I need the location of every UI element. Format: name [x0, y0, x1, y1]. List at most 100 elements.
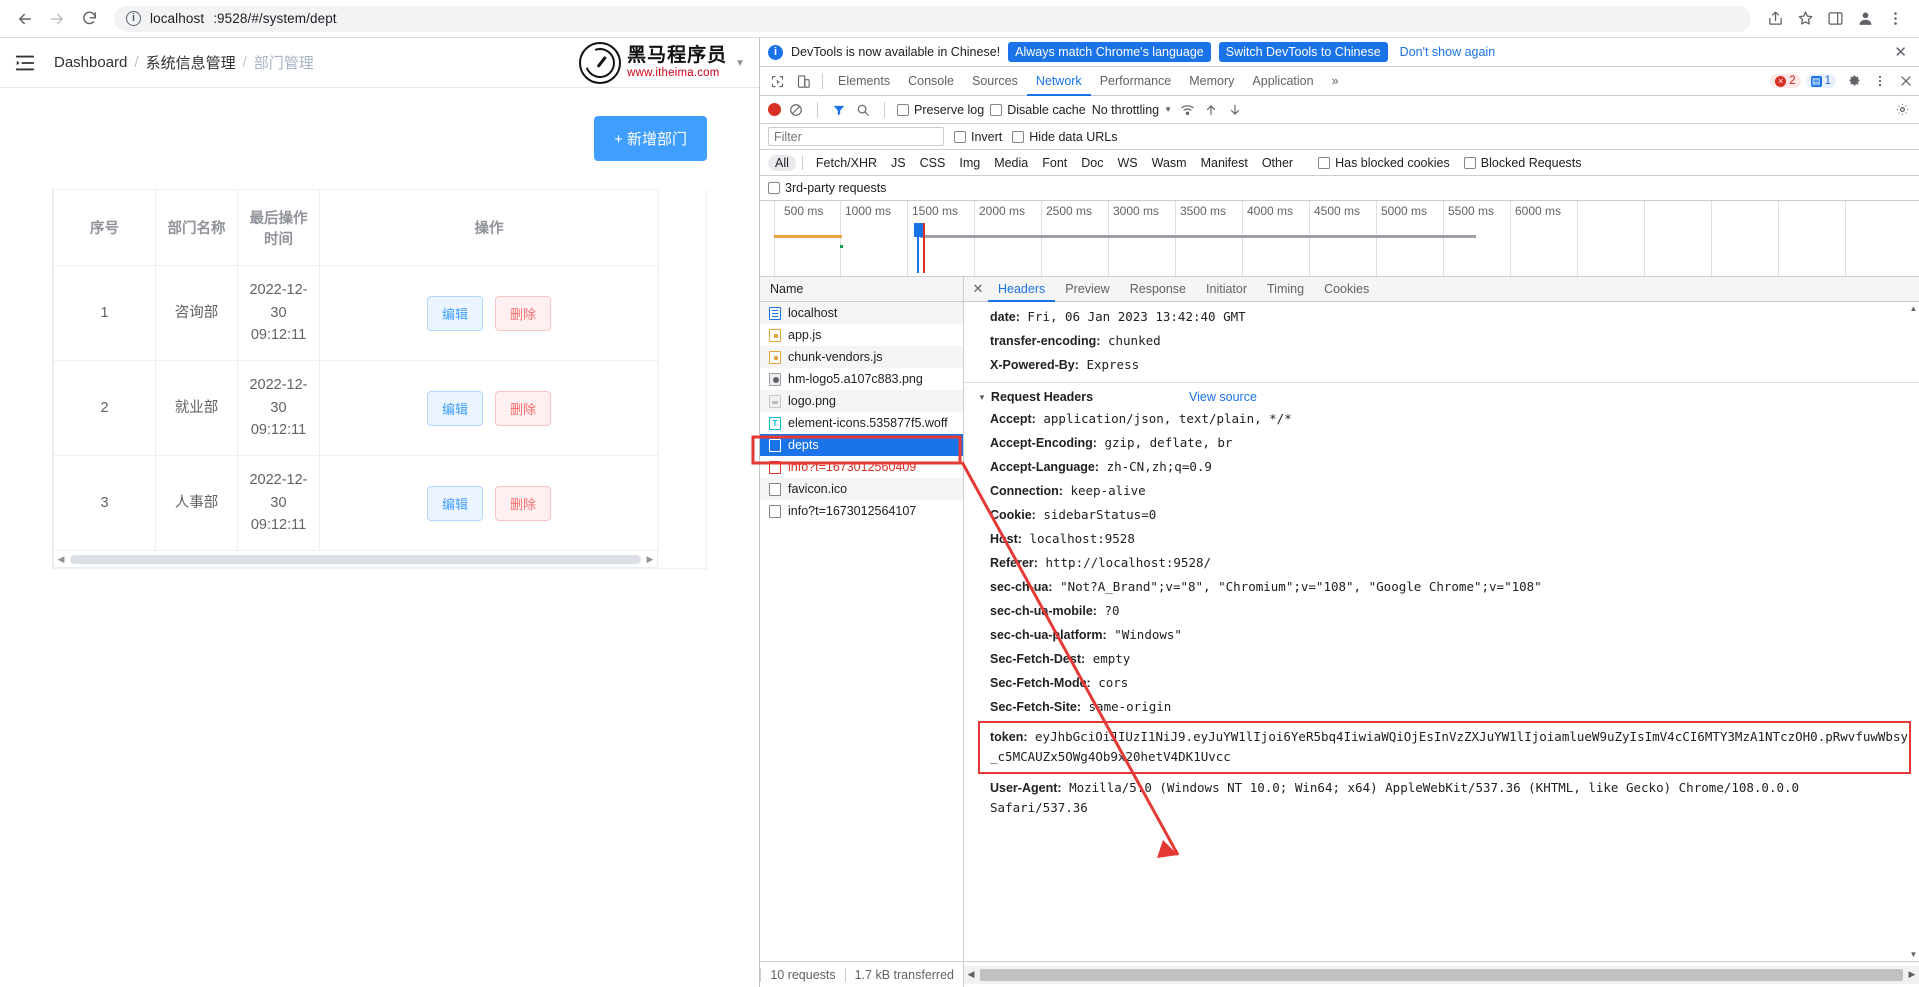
devtools-settings-button[interactable]: [1841, 69, 1867, 93]
tab-memory[interactable]: Memory: [1180, 67, 1243, 96]
request-row-info-2[interactable]: info?t=1673012564107: [760, 500, 963, 522]
tab-sources[interactable]: Sources: [963, 67, 1027, 96]
type-filter-manifest[interactable]: Manifest: [1194, 155, 1255, 171]
network-overview-timeline[interactable]: 500 ms 1000 ms 1500 ms 2000 ms 2500 ms 3…: [760, 201, 1919, 277]
error-count-badge[interactable]: × 2: [1770, 74, 1800, 88]
scroll-thumb[interactable]: [70, 555, 641, 564]
detail-tab-response[interactable]: Response: [1120, 277, 1196, 302]
preserve-log-checkbox[interactable]: Preserve log: [897, 103, 984, 117]
address-bar[interactable]: i localhost:9528/#/system/dept: [114, 6, 1751, 32]
detail-horizontal-scrollbar[interactable]: ◀ ▶: [964, 966, 1919, 984]
tab-application[interactable]: Application: [1243, 67, 1322, 96]
add-department-button[interactable]: + 新增部门: [594, 116, 707, 161]
export-har-button[interactable]: [1226, 101, 1244, 119]
type-filter-doc[interactable]: Doc: [1074, 155, 1110, 171]
scroll-thumb[interactable]: [980, 969, 1903, 981]
tab-console[interactable]: Console: [899, 67, 963, 96]
table-horizontal-scrollbar[interactable]: ◀ ▶: [53, 551, 658, 568]
hide-data-urls-checkbox[interactable]: Hide data URLs: [1012, 130, 1117, 144]
type-filter-other[interactable]: Other: [1255, 155, 1300, 171]
scroll-up-arrow-icon[interactable]: ▲: [1909, 304, 1918, 313]
bookmark-button[interactable]: [1791, 5, 1819, 33]
view-source-link[interactable]: View source: [1189, 390, 1257, 404]
request-list-header[interactable]: Name: [760, 277, 963, 302]
site-info-icon[interactable]: i: [126, 11, 141, 26]
scroll-down-arrow-icon[interactable]: ▼: [1909, 950, 1918, 959]
type-filter-media[interactable]: Media: [987, 155, 1035, 171]
has-blocked-cookies-checkbox[interactable]: Has blocked cookies: [1318, 156, 1450, 170]
request-row-element-icons-woff[interactable]: element-icons.535877f5.woff: [760, 412, 963, 434]
share-button[interactable]: [1761, 5, 1789, 33]
detail-vertical-scrollbar[interactable]: ▲ ▼: [1909, 304, 1918, 959]
detail-tab-initiator[interactable]: Initiator: [1196, 277, 1257, 302]
type-filter-img[interactable]: Img: [952, 155, 987, 171]
profile-button[interactable]: [1851, 5, 1879, 33]
disable-cache-checkbox[interactable]: Disable cache: [990, 103, 1086, 117]
clear-network-log-button[interactable]: [787, 101, 805, 119]
invert-checkbox[interactable]: Invert: [954, 130, 1002, 144]
tab-performance[interactable]: Performance: [1091, 67, 1181, 96]
scroll-right-arrow-icon[interactable]: ▶: [643, 554, 657, 565]
breadcrumb-item-system-info[interactable]: 系统信息管理: [146, 52, 236, 73]
side-panel-button[interactable]: [1821, 5, 1849, 33]
scroll-right-arrow-icon[interactable]: ▶: [1905, 969, 1919, 980]
message-count-badge[interactable]: ▤ 1: [1806, 74, 1836, 88]
delete-button[interactable]: 删除: [495, 486, 551, 521]
search-button[interactable]: [854, 101, 872, 119]
more-tabs-button[interactable]: »: [1323, 67, 1348, 96]
third-party-requests-checkbox[interactable]: 3rd-party requests: [768, 181, 886, 195]
back-button[interactable]: [10, 4, 40, 34]
request-row-logo-png[interactable]: logo.png: [760, 390, 963, 412]
breadcrumb-item-dashboard[interactable]: Dashboard: [54, 54, 127, 71]
detail-tab-preview[interactable]: Preview: [1055, 277, 1119, 302]
devtools-more-options-button[interactable]: [1867, 69, 1893, 93]
scroll-left-arrow-icon[interactable]: ◀: [964, 969, 978, 980]
device-toolbar-button[interactable]: [790, 69, 816, 93]
delete-button[interactable]: 删除: [495, 296, 551, 331]
type-filter-all[interactable]: All: [768, 155, 796, 171]
type-filter-wasm[interactable]: Wasm: [1145, 155, 1194, 171]
chrome-menu-button[interactable]: [1881, 5, 1909, 33]
edit-button[interactable]: 编辑: [427, 296, 483, 331]
dont-show-again-link[interactable]: Don't show again: [1400, 45, 1496, 59]
always-match-language-button[interactable]: Always match Chrome's language: [1008, 42, 1211, 62]
edit-button[interactable]: 编辑: [427, 391, 483, 426]
reload-button[interactable]: [74, 4, 104, 34]
network-settings-button[interactable]: [1893, 101, 1911, 119]
toggle-filter-button[interactable]: [830, 101, 848, 119]
overview-selection-handle[interactable]: [914, 223, 923, 237]
close-detail-icon[interactable]: ✕: [968, 281, 988, 297]
request-headers-section-title[interactable]: ▼ Request Headers View source: [964, 387, 1919, 407]
throttling-select[interactable]: No throttling ▼: [1092, 103, 1172, 117]
detail-tab-headers[interactable]: Headers: [988, 277, 1055, 302]
edit-button[interactable]: 编辑: [427, 486, 483, 521]
sidebar-toggle-icon[interactable]: [14, 52, 36, 74]
request-row-chunk-vendors-js[interactable]: chunk-vendors.js: [760, 346, 963, 368]
import-har-button[interactable]: [1202, 101, 1220, 119]
type-filter-fetch-xhr[interactable]: Fetch/XHR: [809, 155, 884, 171]
tab-network[interactable]: Network: [1027, 67, 1091, 96]
banner-close-icon[interactable]: ✕: [1890, 43, 1911, 61]
forward-button[interactable]: [42, 4, 72, 34]
type-filter-js[interactable]: JS: [884, 155, 913, 171]
request-row-info-1[interactable]: info?t=1673012560409: [760, 456, 963, 478]
delete-button[interactable]: 删除: [495, 391, 551, 426]
request-row-localhost[interactable]: localhost: [760, 302, 963, 324]
type-filter-ws[interactable]: WS: [1110, 155, 1144, 171]
tab-elements[interactable]: Elements: [829, 67, 899, 96]
inspect-element-button[interactable]: [764, 69, 790, 93]
request-row-favicon[interactable]: favicon.ico: [760, 478, 963, 500]
devtools-close-button[interactable]: [1893, 69, 1919, 93]
request-row-app-js[interactable]: app.js: [760, 324, 963, 346]
chevron-down-icon[interactable]: ▼: [735, 58, 745, 69]
blocked-requests-checkbox[interactable]: Blocked Requests: [1464, 156, 1582, 170]
type-filter-css[interactable]: CSS: [913, 155, 953, 171]
scroll-left-arrow-icon[interactable]: ◀: [54, 554, 68, 565]
switch-devtools-language-button[interactable]: Switch DevTools to Chinese: [1219, 42, 1388, 62]
record-button[interactable]: [768, 103, 781, 116]
type-filter-font[interactable]: Font: [1035, 155, 1074, 171]
detail-tab-timing[interactable]: Timing: [1257, 277, 1314, 302]
detail-tab-cookies[interactable]: Cookies: [1314, 277, 1379, 302]
request-row-depts[interactable]: depts: [760, 434, 963, 456]
network-conditions-button[interactable]: [1178, 101, 1196, 119]
